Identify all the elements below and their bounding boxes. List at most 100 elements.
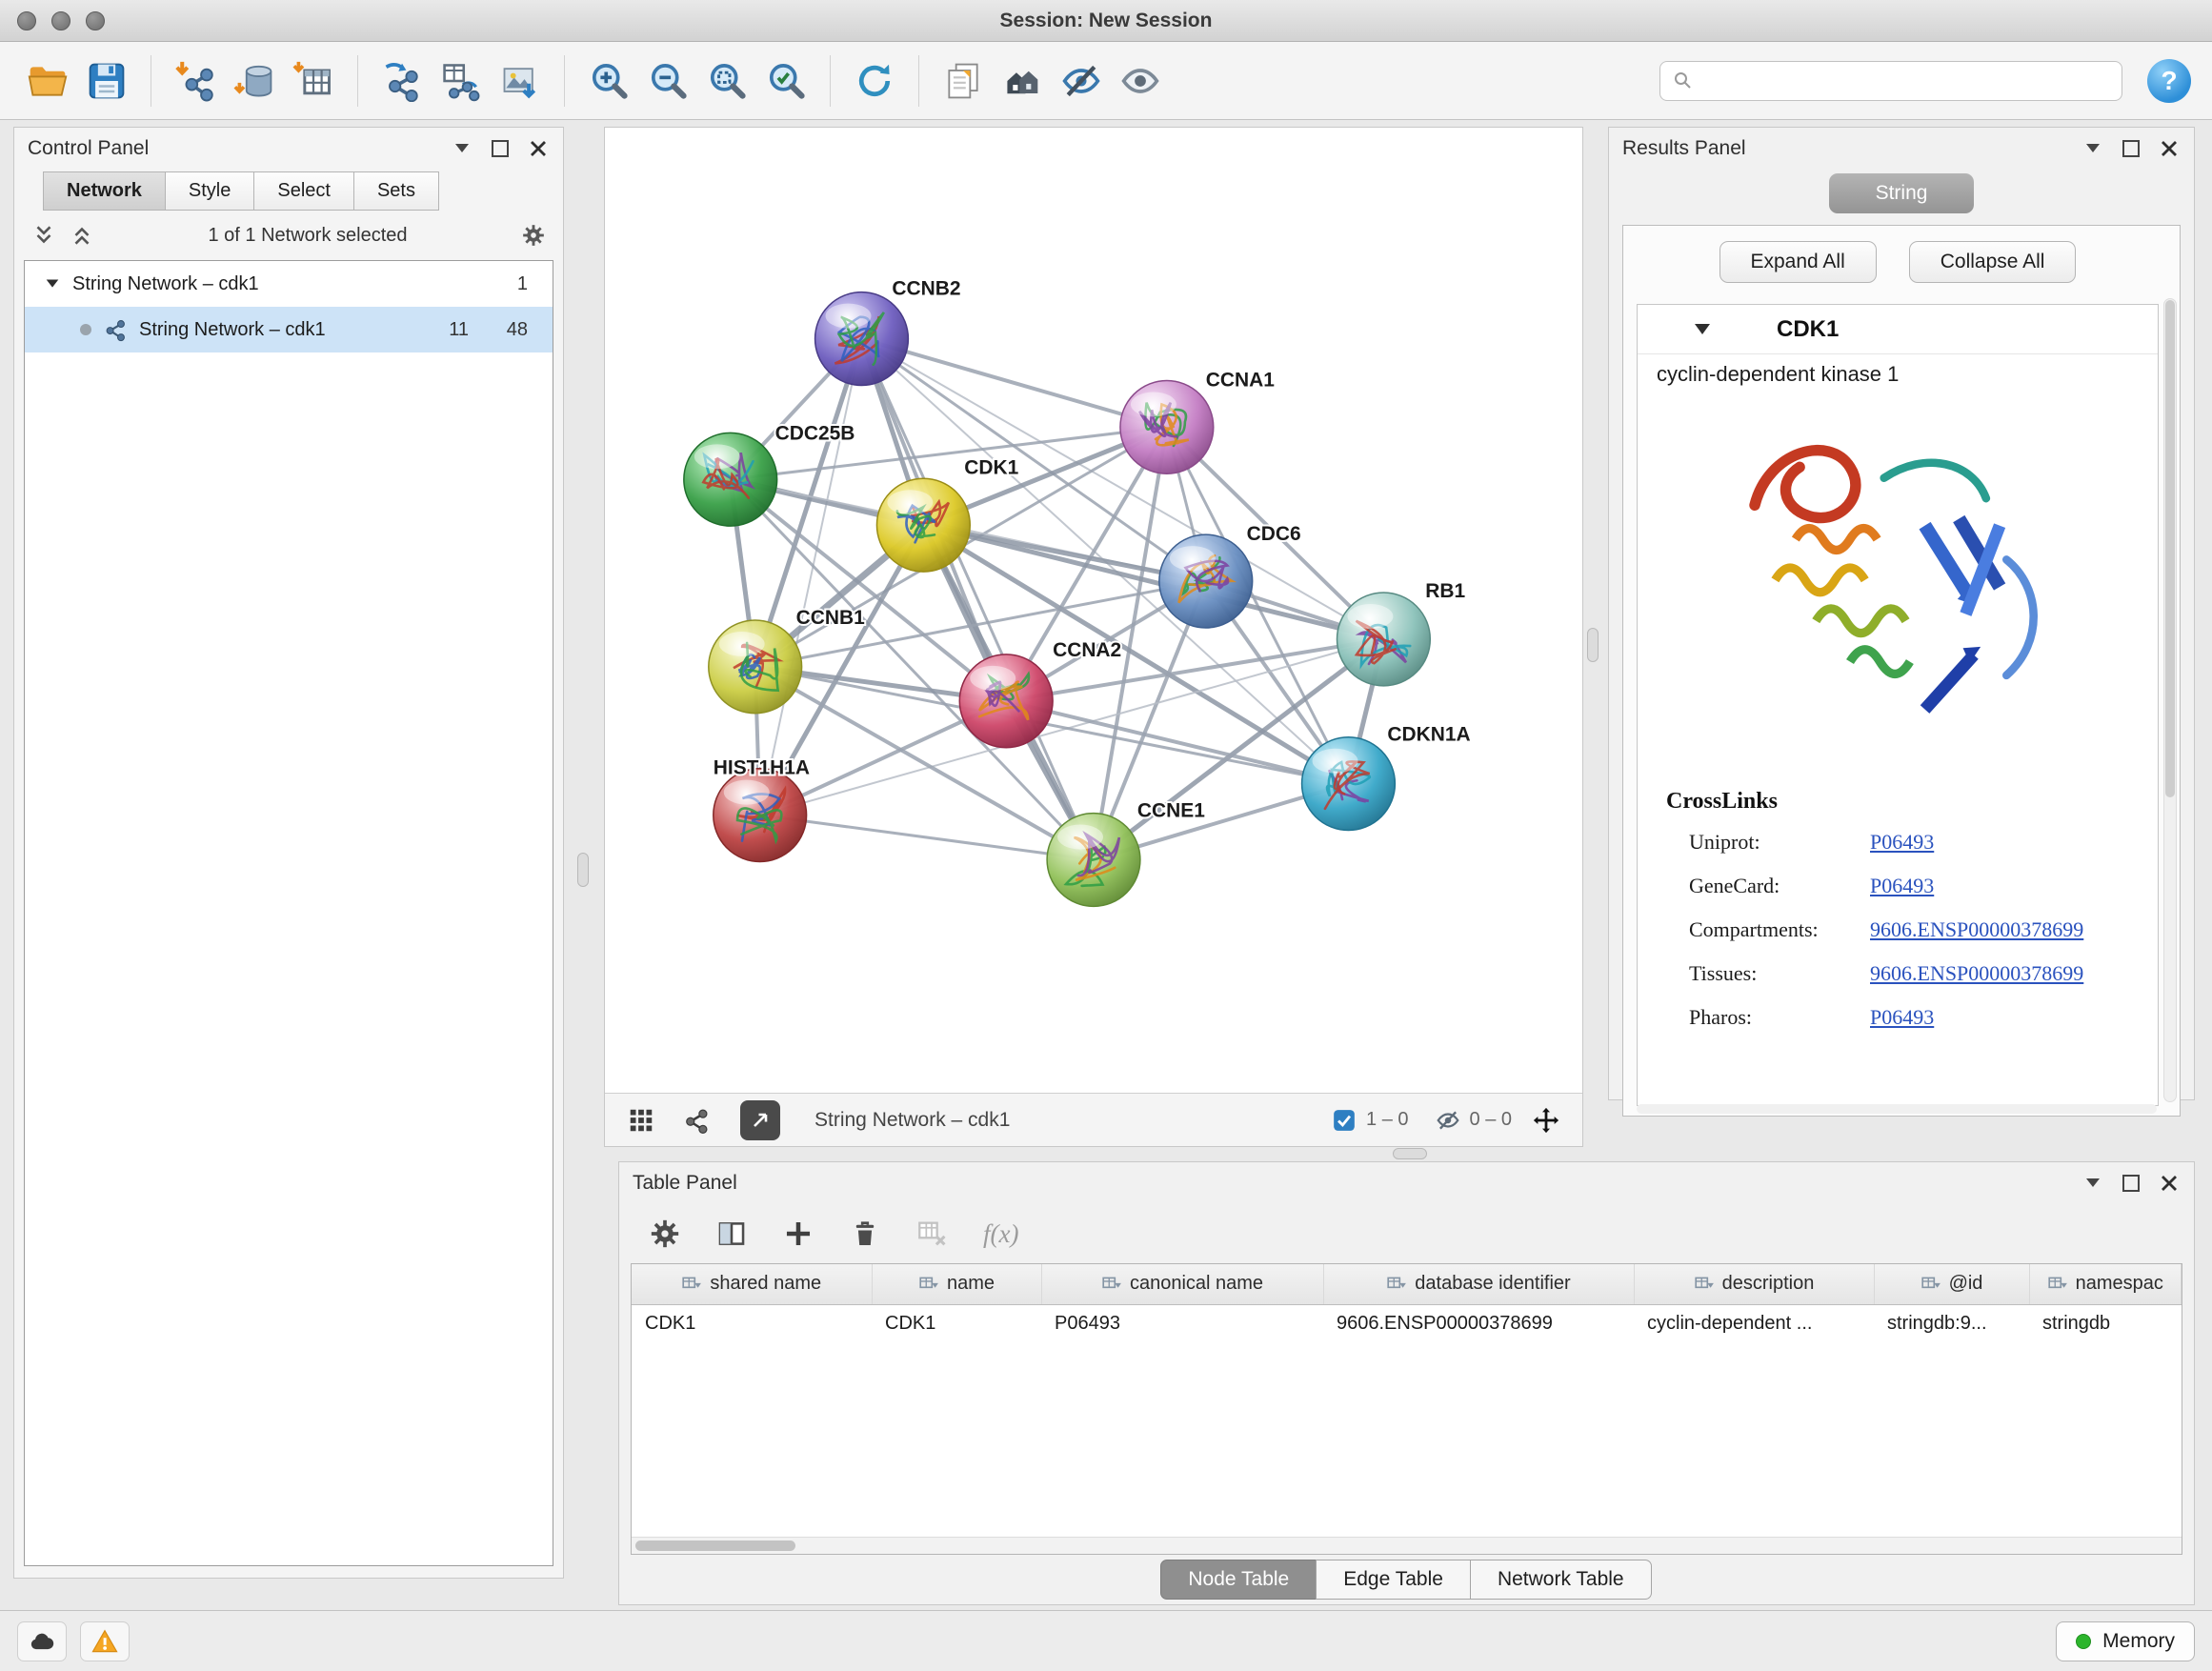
help-button[interactable]: ? [2147,59,2191,103]
network-graph[interactable]: CCNB2CCNA1CDC25BCDK1CDC6RB1CCNB1CCNA2CDK… [605,128,1582,1093]
column-header-name[interactable]: name [872,1264,1041,1304]
left-splitter-handle[interactable] [577,853,589,887]
crosslink-value-link[interactable]: P06493 [1870,1005,1934,1030]
network-node-CCNA2[interactable] [959,654,1053,748]
network-node-RB1[interactable] [1337,593,1430,686]
warning-status-button[interactable] [80,1621,130,1661]
cloud-status-button[interactable] [17,1621,67,1661]
panel-close-icon[interactable] [2158,137,2181,160]
tab-style[interactable]: Style [165,171,254,211]
tab-sets[interactable]: Sets [353,171,439,211]
panel-close-icon[interactable] [2158,1172,2181,1195]
expand-all-icon[interactable] [70,223,94,248]
delete-table-button[interactable] [911,1213,953,1255]
network-style-button[interactable] [675,1099,717,1141]
tab-network-table[interactable]: Network Table [1470,1560,1652,1600]
window-close-button[interactable] [17,11,36,30]
column-header-id[interactable]: @id [1874,1264,2029,1304]
import-network-file-button[interactable] [169,52,222,110]
memory-button[interactable]: Memory [2056,1621,2195,1661]
cell-database-identifier[interactable]: 9606.ENSP00000378699 [1323,1304,1634,1342]
delete-column-button[interactable] [844,1213,886,1255]
panel-collapse-icon[interactable] [2081,137,2104,160]
window-zoom-button[interactable] [86,11,105,30]
column-header-canonical-name[interactable]: canonical name [1041,1264,1323,1304]
search-field[interactable] [1659,61,2122,101]
network-node-CDK1[interactable] [876,478,970,572]
disclosure-triangle-icon[interactable] [1691,318,1714,341]
import-table-button[interactable] [287,52,340,110]
collapse-all-icon[interactable] [31,223,56,248]
first-neighbors-button[interactable] [995,52,1049,110]
panel-float-icon[interactable] [2120,137,2142,160]
scrollbar-thumb[interactable] [635,1540,795,1551]
crosslink-value-link[interactable]: P06493 [1870,830,1934,855]
clone-network-button[interactable] [434,52,488,110]
network-node-CCNB2[interactable] [815,292,909,386]
export-image-button[interactable] [493,52,547,110]
results-vertical-scrollbar[interactable] [2163,298,2177,1102]
birds-eye-view-button[interactable] [740,1100,780,1140]
network-node-CDC6[interactable] [1159,534,1253,628]
network-node-CCNB1[interactable] [709,620,802,714]
collapse-all-button[interactable]: Collapse All [1909,241,2077,283]
right-splitter-handle[interactable] [1587,628,1599,662]
window-minimize-button[interactable] [51,11,70,30]
network-edge[interactable] [861,339,1094,860]
tab-node-table[interactable]: Node Table [1160,1560,1317,1600]
network-edge[interactable] [760,815,1094,860]
duplicate-document-button[interactable] [936,52,990,110]
gear-icon[interactable] [521,223,546,248]
search-input[interactable] [1704,70,2110,91]
network-node-CCNE1[interactable] [1047,814,1140,907]
column-header-shared-name[interactable]: shared name [632,1264,872,1304]
table-settings-button[interactable] [644,1213,686,1255]
new-network-button[interactable] [375,52,429,110]
apply-layout-button[interactable] [848,52,901,110]
zoom-out-button[interactable] [641,52,694,110]
show-columns-button[interactable] [711,1213,753,1255]
crosslink-value-link[interactable]: P06493 [1870,874,1934,898]
protein-card-header[interactable]: CDK1 [1638,305,2158,354]
open-session-button[interactable] [21,52,74,110]
network-edge[interactable] [760,339,862,815]
panel-collapse-icon[interactable] [2081,1172,2104,1195]
import-network-database-button[interactable] [228,52,281,110]
column-header-database-identifier[interactable]: database identifier [1323,1264,1634,1304]
cell-description[interactable]: cyclin-dependent ... [1634,1304,1874,1342]
zoom-selected-button[interactable] [759,52,813,110]
tab-network[interactable]: Network [43,171,166,211]
crosslink-value-link[interactable]: 9606.ENSP00000378699 [1870,917,2083,942]
grid-view-button[interactable] [620,1099,662,1141]
results-horizontal-scrollbar[interactable] [1637,1104,2157,1114]
network-node-HIST1H1A[interactable] [714,769,807,862]
expand-all-button[interactable]: Expand All [1719,241,1877,283]
network-collection-row[interactable]: String Network – cdk1 1 [25,261,553,307]
table-horizontal-scrollbar[interactable] [632,1537,2182,1554]
network-edge[interactable] [861,339,1166,428]
zoom-in-button[interactable] [582,52,635,110]
function-builder-button[interactable]: f(x) [983,1219,1018,1249]
network-node-CDKN1A[interactable] [1302,737,1396,831]
tab-select[interactable]: Select [253,171,354,211]
save-session-button[interactable] [80,52,133,110]
cell-name[interactable]: CDK1 [872,1304,1041,1342]
panel-float-icon[interactable] [2120,1172,2142,1195]
network-row[interactable]: String Network – cdk1 11 48 [25,307,553,352]
column-header-namespace[interactable]: namespac [2029,1264,2182,1304]
panel-float-icon[interactable] [489,137,512,160]
network-edge[interactable] [760,639,1384,815]
cell-shared-name[interactable]: CDK1 [632,1304,872,1342]
network-node-CCNA1[interactable] [1120,380,1214,473]
cell-canonical-name[interactable]: P06493 [1041,1304,1323,1342]
zoom-fit-button[interactable] [700,52,754,110]
show-all-button[interactable] [1114,52,1167,110]
column-header-description[interactable]: description [1634,1264,1874,1304]
tab-edge-table[interactable]: Edge Table [1316,1560,1471,1600]
crosslink-value-link[interactable]: 9606.ENSP00000378699 [1870,961,2083,986]
horizontal-splitter-handle[interactable] [1393,1148,1427,1159]
add-column-button[interactable] [777,1213,819,1255]
network-node-CDC25B[interactable] [684,433,777,526]
disclosure-triangle-icon[interactable] [44,275,61,292]
tab-string[interactable]: String [1829,173,1974,213]
